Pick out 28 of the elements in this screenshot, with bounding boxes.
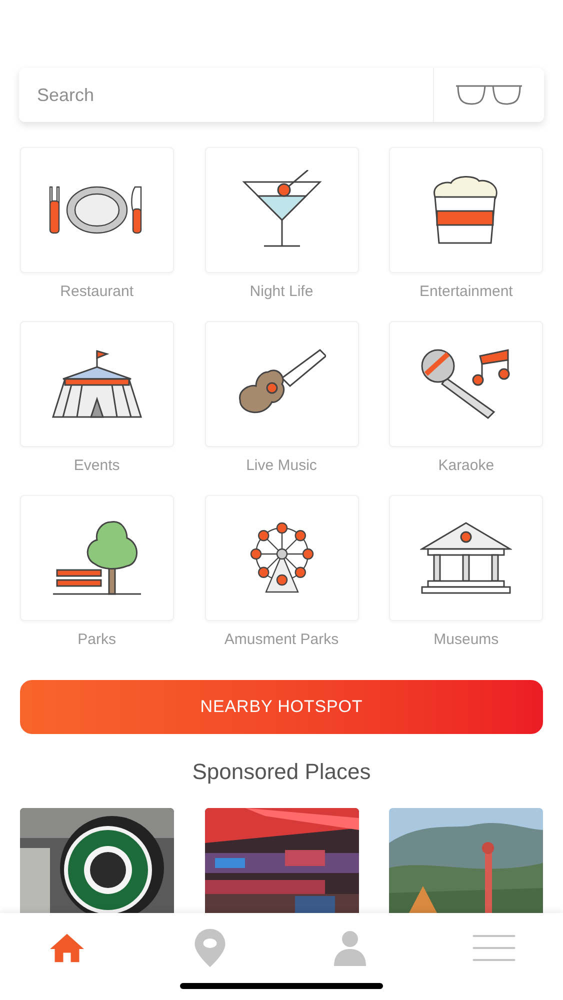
microphone-music-icon [420, 348, 512, 420]
category-tile[interactable] [389, 147, 544, 273]
circus-tent-icon [50, 349, 143, 419]
category-label: Events [74, 456, 120, 476]
category-tile[interactable] [20, 495, 174, 621]
category-label: Amusment Parks [224, 630, 339, 650]
search-field[interactable]: Search [19, 82, 433, 108]
section-heading: Sponsored Places [191, 760, 372, 784]
category-tile[interactable] [20, 321, 174, 447]
category-label: Parks [78, 630, 116, 650]
museum-building-icon [420, 521, 512, 595]
cocktail-glass-icon [242, 170, 322, 250]
category-tile[interactable] [204, 495, 358, 621]
glasses-icon[interactable] [454, 84, 524, 106]
category-tile[interactable] [389, 495, 544, 621]
category-tile[interactable] [204, 321, 358, 447]
category-label: Karaoke [438, 456, 494, 476]
nearby-hotspot-button[interactable]: NEARBY HOTSPOT [20, 680, 543, 734]
tree-bench-icon [50, 520, 143, 596]
category-tile[interactable] [389, 321, 544, 447]
category-label: Museums [434, 630, 499, 650]
category-label: Restaurant [60, 282, 134, 302]
category-tile[interactable] [204, 147, 358, 273]
category-label: Entertainment [419, 282, 513, 302]
category-label: Night Life [250, 282, 314, 302]
category-label: Live Music [246, 456, 317, 476]
home-icon[interactable] [48, 932, 86, 964]
category-tile[interactable] [20, 147, 174, 273]
